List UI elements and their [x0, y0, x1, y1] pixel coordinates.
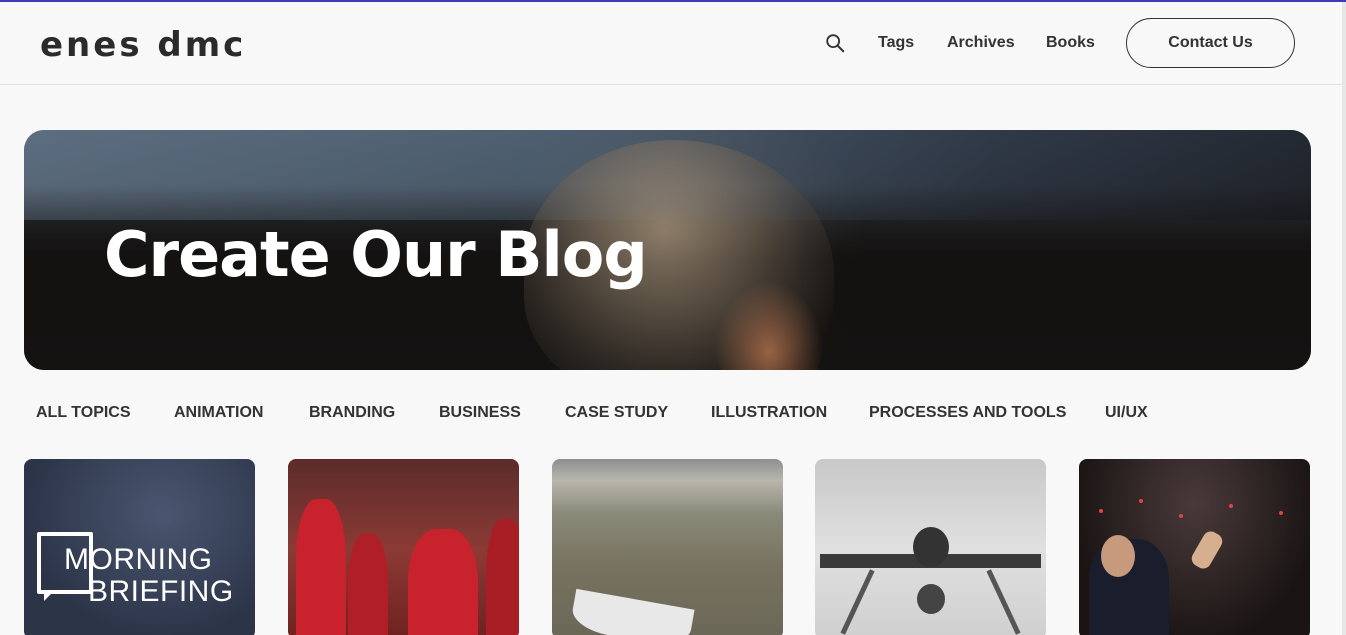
- crowd-light: [1229, 504, 1233, 508]
- drone-leg: [840, 569, 875, 635]
- topic-case-study[interactable]: CASE STUDY: [565, 404, 668, 422]
- scrollbar[interactable]: [1342, 2, 1346, 635]
- player-figure: [348, 534, 388, 635]
- player-figure: [296, 499, 346, 635]
- topic-branding[interactable]: BRANDING: [309, 404, 395, 422]
- topic-all-topics[interactable]: ALL TOPICS: [36, 404, 131, 422]
- post-card-dry-lake[interactable]: [552, 459, 783, 635]
- logo-word-2: BRIEFING: [88, 575, 234, 608]
- boat-shape: [569, 588, 695, 635]
- topic-ui-ux[interactable]: UI/UX: [1105, 404, 1148, 422]
- speaker-head: [1101, 535, 1135, 577]
- hero-banner: Create Our Blog: [24, 130, 1311, 370]
- post-card-morning-briefing[interactable]: MORNING BRIEFING: [24, 459, 255, 635]
- crowd-light: [1099, 509, 1103, 513]
- topic-animation[interactable]: ANIMATION: [174, 404, 263, 422]
- crowd-light: [1139, 499, 1143, 503]
- topic-business[interactable]: BUSINESS: [439, 404, 521, 422]
- search-icon[interactable]: [824, 32, 846, 54]
- nav-link-books[interactable]: Books: [1046, 34, 1095, 52]
- site-logo[interactable]: enes dmc: [40, 25, 246, 65]
- hero-title: Create Our Blog: [104, 218, 648, 291]
- player-figure: [486, 519, 519, 635]
- logo-word-1: MORNING: [64, 543, 213, 576]
- speech-bubble-tail: [44, 591, 54, 601]
- topic-processes-and-tools[interactable]: PROCESSES AND TOOLS: [869, 404, 1066, 422]
- crowd-light: [1179, 514, 1183, 518]
- post-card-drone[interactable]: [815, 459, 1046, 635]
- drone-camera: [917, 584, 945, 614]
- drone-leg: [986, 569, 1021, 635]
- nav-link-archives[interactable]: Archives: [947, 34, 1015, 52]
- crowd-light: [1279, 511, 1283, 515]
- player-figure: [408, 529, 478, 635]
- contact-us-button[interactable]: Contact Us: [1126, 18, 1295, 68]
- topic-illustration[interactable]: ILLUSTRATION: [711, 404, 827, 422]
- drone-body: [913, 527, 949, 567]
- post-card-rally[interactable]: [1079, 459, 1310, 635]
- post-card-football[interactable]: [288, 459, 519, 635]
- morning-briefing-logo-text: MORNING BRIEFING: [64, 544, 234, 608]
- raised-hand: [1188, 528, 1226, 572]
- nav-link-tags[interactable]: Tags: [878, 34, 914, 52]
- site-header: enes dmc Tags Archives Books Contact Us: [0, 2, 1342, 85]
